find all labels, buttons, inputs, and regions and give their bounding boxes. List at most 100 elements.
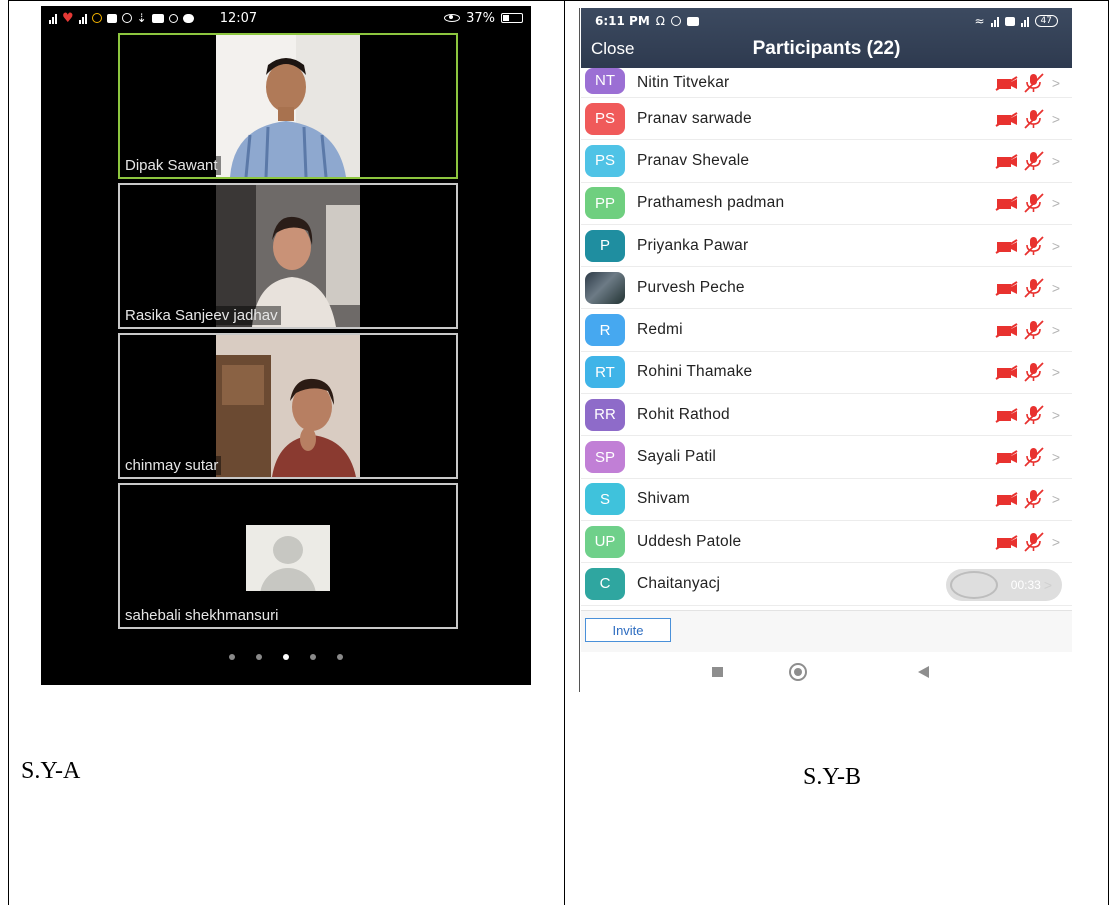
participant-row[interactable]: NT Nitin Titvekar > <box>581 67 1072 98</box>
participant-avatar: UP <box>585 525 625 558</box>
back-icon[interactable] <box>918 666 929 678</box>
participant-name-label: Dipak Sawant <box>122 156 221 175</box>
participant-row[interactable]: C Chaitanyacj 00:33 > <box>581 563 1072 606</box>
caption-right: S.Y-B <box>803 764 862 790</box>
chrome-icon <box>91 13 102 23</box>
download-icon: ⇣ <box>136 11 147 25</box>
eye-icon <box>444 14 461 22</box>
participant-row[interactable]: R Redmi > <box>581 309 1072 352</box>
participant-status-icons: > <box>995 72 1060 93</box>
participant-avatar: PS <box>585 144 625 177</box>
recording-timer[interactable]: 00:33 > <box>946 569 1062 602</box>
participant-status-icons: > <box>995 362 1060 383</box>
chevron-right-icon[interactable]: > <box>1052 280 1060 296</box>
chevron-right-icon[interactable]: > <box>1052 449 1060 465</box>
chevron-right-icon[interactable]: > <box>1052 364 1060 380</box>
mic-muted-icon <box>1024 489 1044 509</box>
participant-row[interactable]: RR Rohit Rathod > <box>581 394 1072 437</box>
participant-status-icons: > <box>995 278 1060 298</box>
video-tile-3[interactable]: chinmay sutar <box>118 333 458 479</box>
participant-name: Rohit Rathod <box>637 405 730 423</box>
page-dot-active[interactable] <box>283 654 289 660</box>
participant-row[interactable]: PP Prathamesh padman > <box>581 183 1072 225</box>
video-off-icon <box>995 75 1018 91</box>
sim-icon <box>1004 16 1015 26</box>
headphones-icon: Ω <box>655 14 665 28</box>
page-dot[interactable] <box>256 654 262 660</box>
timer-text: 00:33 <box>1010 578 1041 593</box>
participants-header: 6:11 PM Ω ≈ 47 Close Participants (22) <box>581 8 1072 68</box>
participant-name: Pranav Shevale <box>637 151 750 169</box>
participant-row[interactable]: PS Pranav sarwade > <box>581 98 1072 141</box>
chevron-right-icon[interactable]: > <box>1052 407 1060 423</box>
participant-row[interactable]: RT Rohini Thamake > <box>581 352 1072 395</box>
participant-video <box>216 35 360 177</box>
chevron-right-icon[interactable]: > <box>1052 491 1060 507</box>
video-icon <box>686 16 699 26</box>
mic-muted-icon <box>1024 72 1044 93</box>
chevron-right-icon[interactable]: > <box>1052 111 1060 127</box>
video-off-icon <box>995 534 1018 550</box>
mic-muted-icon <box>1024 235 1044 256</box>
participant-row[interactable]: UP Uddesh Patole > <box>581 521 1072 564</box>
page-dot[interactable] <box>310 654 316 660</box>
paw-icon <box>168 13 178 23</box>
participant-row[interactable]: Purvesh Peche > <box>581 267 1072 310</box>
android-nav-bar <box>581 652 1072 693</box>
participant-name: Prathamesh padman <box>637 194 785 212</box>
participant-name: Sayali Patil <box>637 448 717 466</box>
home-icon[interactable] <box>789 663 807 681</box>
participant-avatar: RR <box>585 398 625 431</box>
participant-name: Rohini Thamake <box>637 363 753 381</box>
participant-row[interactable]: P Priyanka Pawar > <box>581 225 1072 268</box>
participant-status-icons: > <box>995 531 1060 552</box>
table-top-border <box>8 0 1109 1</box>
video-off-icon <box>995 111 1018 127</box>
video-tile-2[interactable]: Rasika Sanjeev jadhav <box>118 183 458 329</box>
participant-row[interactable]: SP Sayali Patil > <box>581 436 1072 479</box>
video-icon <box>151 13 164 23</box>
participant-status-icons: > <box>995 320 1060 340</box>
mic-muted-icon <box>1024 109 1044 129</box>
sync-icon <box>121 13 132 23</box>
chevron-right-icon[interactable]: > <box>1052 195 1060 211</box>
participant-name: Redmi <box>637 321 683 339</box>
chevron-right-icon[interactable]: > <box>1052 153 1060 169</box>
participant-name: Chaitanyacj <box>637 574 721 592</box>
chevron-right-icon[interactable]: > <box>1052 238 1060 254</box>
participant-avatar: PP <box>585 187 625 220</box>
mic-muted-icon <box>1024 278 1044 298</box>
mic-muted-icon <box>1024 362 1044 383</box>
video-tile-1[interactable]: Dipak Sawant <box>118 33 458 179</box>
video-off-icon <box>995 238 1018 254</box>
page-dot[interactable] <box>229 654 235 660</box>
bottom-bar: Invite <box>581 610 1072 652</box>
participant-avatar: SP <box>585 441 625 474</box>
participant-avatar: PS <box>585 102 625 135</box>
participant-row[interactable]: PS Pranav Shevale > <box>581 140 1072 183</box>
table-column-divider <box>564 0 565 905</box>
chevron-right-icon[interactable]: > <box>1052 534 1060 550</box>
video-tile-4[interactable]: sahebali shekhmansuri <box>118 483 458 629</box>
mic-muted-icon <box>1024 531 1044 552</box>
page-indicator[interactable] <box>41 654 531 660</box>
invite-button[interactable]: Invite <box>585 618 671 642</box>
video-off-icon <box>995 450 1018 465</box>
table-right-border <box>1108 0 1109 905</box>
participant-row[interactable]: S Shivam > <box>581 479 1072 521</box>
video-off-icon <box>995 407 1018 423</box>
participant-status-icons: > <box>995 151 1060 171</box>
chevron-right-icon[interactable]: > <box>1052 322 1060 338</box>
chevron-right-icon[interactable]: > <box>1052 75 1060 91</box>
page-dot[interactable] <box>337 654 343 660</box>
recent-apps-icon[interactable] <box>712 667 723 677</box>
video-off-icon <box>995 280 1018 296</box>
participant-name: Priyanka Pawar <box>637 236 749 254</box>
signal-icon-2 <box>1020 16 1029 27</box>
participant-name: Shivam <box>637 490 690 508</box>
timer-ring-icon <box>950 571 998 600</box>
message-icon <box>182 13 194 23</box>
signal-icon <box>990 16 999 27</box>
table-left-border <box>8 0 9 905</box>
page-title: Participants (22) <box>752 38 901 59</box>
